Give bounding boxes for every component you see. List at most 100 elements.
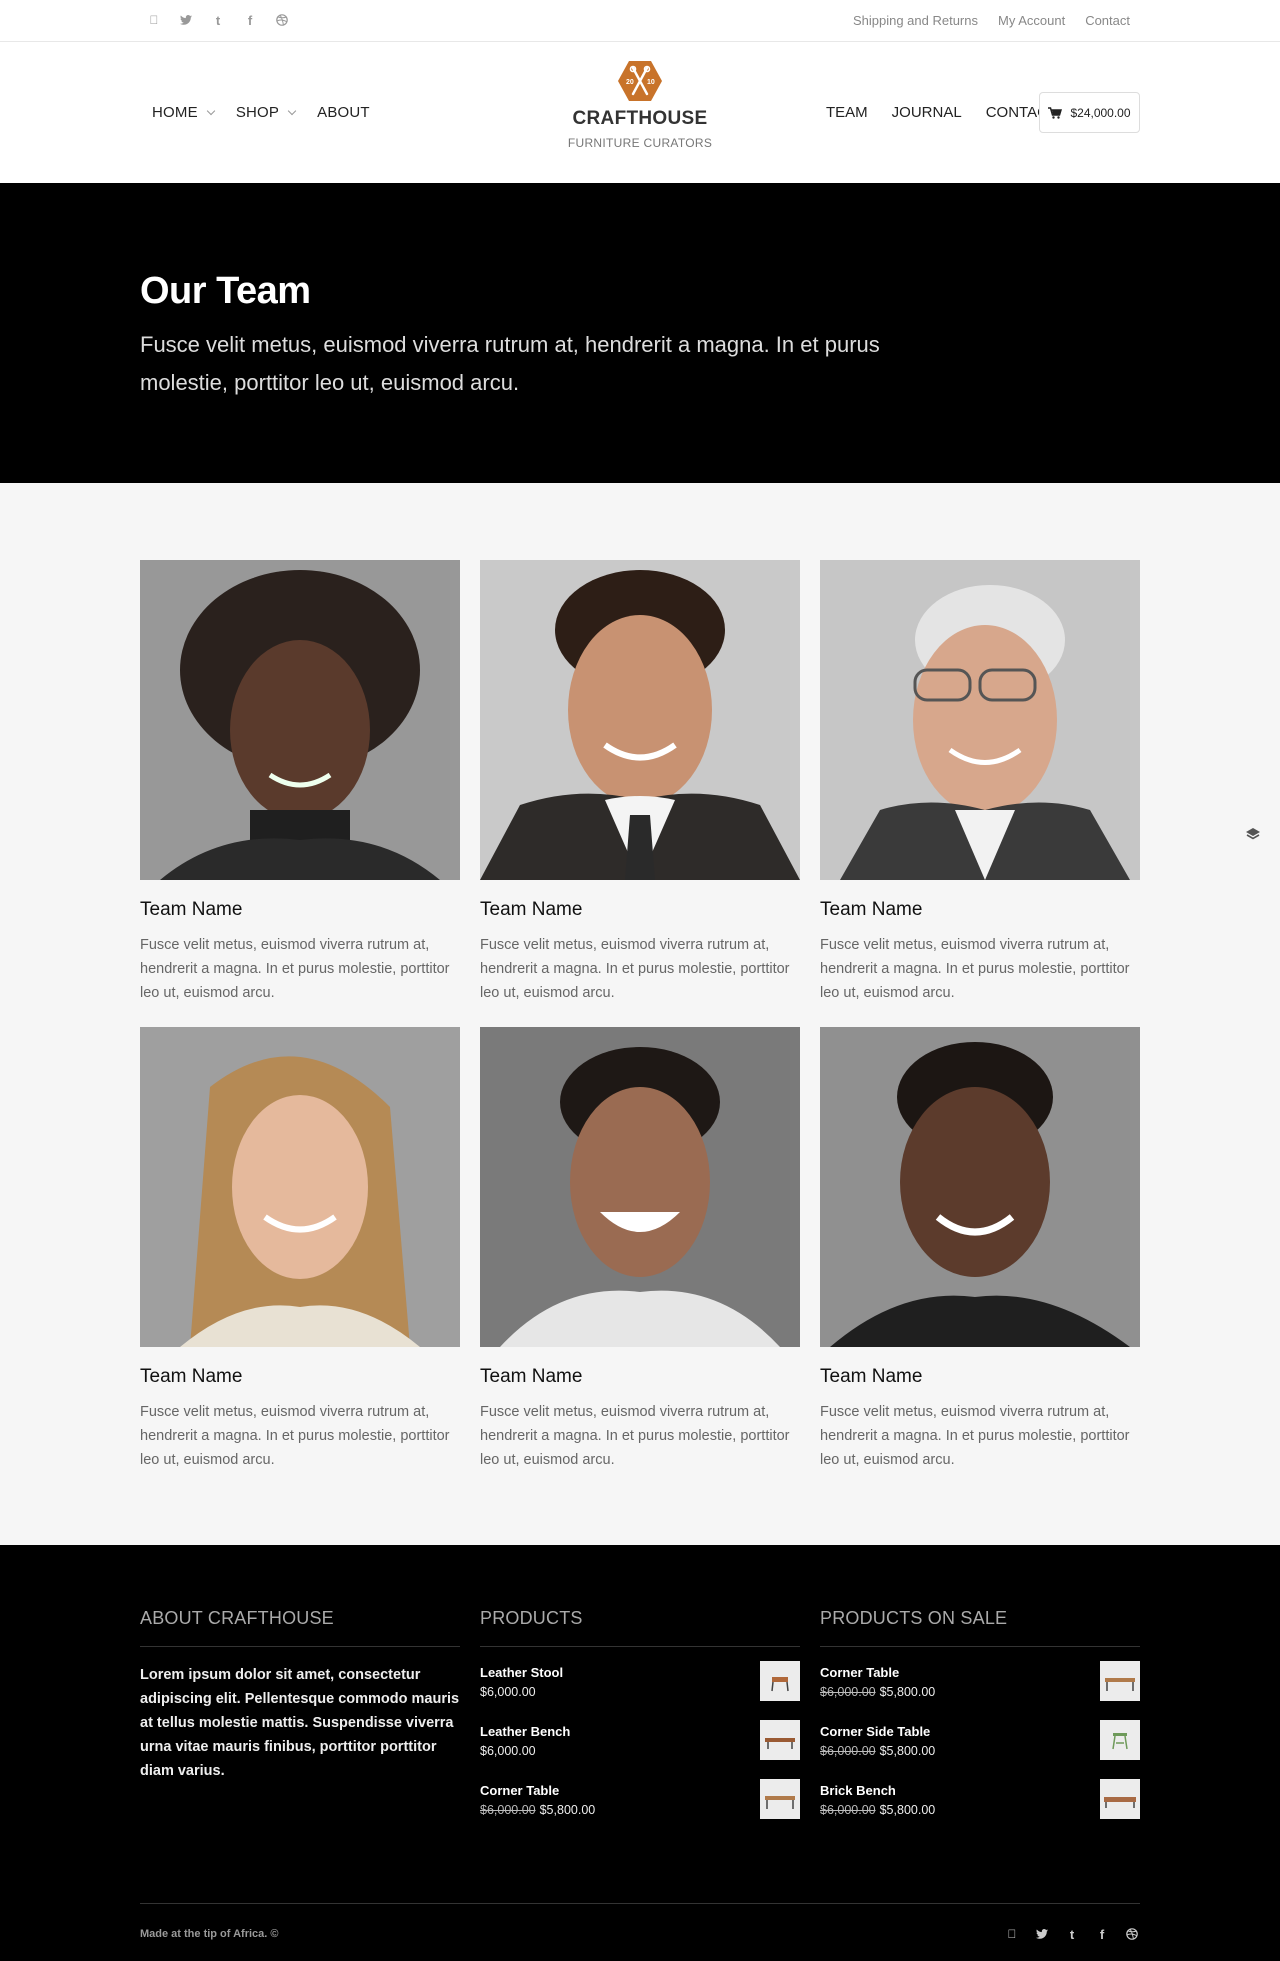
my-account-link[interactable]: My Account	[998, 13, 1065, 28]
brand-tagline: FURNITURE CURATORS	[567, 136, 713, 150]
copyright-text: Made at the tip of Africa. ©	[140, 1928, 279, 1940]
team-photo	[480, 1027, 800, 1347]
tumblr-icon[interactable]: t	[1064, 1926, 1080, 1942]
team-name: Team Name	[480, 1366, 583, 1387]
facebook-icon[interactable]: f	[242, 12, 258, 28]
team-bio: Fusce velit metus, euismod viverra rutru…	[820, 1404, 1130, 1468]
product-thumbnail[interactable]	[760, 1661, 800, 1701]
footer-sale-heading: PRODUCTS ON SALE	[820, 1608, 1140, 1647]
tumblr-icon[interactable]: t	[210, 12, 226, 28]
footer-about: ABOUT CRAFTHOUSE Lorem ipsum dolor sit a…	[140, 1608, 460, 1783]
product-name: Corner Table	[820, 1665, 900, 1680]
apple-icon[interactable]: 	[146, 12, 162, 28]
top-social-links:  t f	[146, 12, 290, 28]
team-card: Team Name Fusce velit metus, euismod viv…	[480, 560, 800, 1005]
team-card: Team Name Fusce velit metus, euismod viv…	[140, 560, 460, 1005]
nav-label: ABOUT	[317, 104, 370, 121]
team-name: Team Name	[140, 899, 243, 920]
top-links: Shipping and Returns My Account Contact	[853, 13, 1130, 28]
dribbble-icon[interactable]	[274, 12, 290, 28]
nav-item-about[interactable]: ABOUT	[317, 104, 370, 121]
product-thumbnail[interactable]	[1100, 1720, 1140, 1760]
footer-products-heading: PRODUCTS	[480, 1608, 800, 1647]
team-name: Team Name	[140, 1366, 243, 1387]
page-title: Our Team	[140, 270, 311, 312]
team-photo	[480, 560, 800, 880]
nav-item-home[interactable]: HOME	[152, 104, 216, 121]
brand-name: CRAFTHOUSE	[572, 108, 708, 129]
product-item[interactable]: Leather Stool $6,000.00	[480, 1661, 800, 1720]
product-item[interactable]: Brick Bench $6,000.00 $5,800.00	[820, 1779, 1140, 1838]
team-bio: Fusce velit metus, euismod viverra rutru…	[480, 1404, 790, 1468]
nav-item-shop[interactable]: SHOP	[235, 104, 297, 121]
product-price: $6,000.00 $5,800.00	[820, 1803, 936, 1817]
team-name: Team Name	[820, 899, 923, 920]
nav-item-journal[interactable]: JOURNAL	[892, 104, 962, 121]
product-price: $6,000.00 $5,800.00	[820, 1744, 936, 1758]
twitter-icon[interactable]	[1034, 1926, 1050, 1942]
nav-item-team[interactable]: TEAM	[826, 104, 868, 121]
product-price: $6,000.00	[480, 1685, 536, 1699]
apple-icon[interactable]: 	[1004, 1926, 1020, 1942]
footer-sale: PRODUCTS ON SALE Corner Table $6,000.00 $…	[820, 1608, 1140, 1838]
product-item[interactable]: Corner Table $6,000.00 $5,800.00	[480, 1779, 800, 1838]
product-price: $6,000.00	[480, 1744, 536, 1758]
dribbble-icon[interactable]	[1124, 1926, 1140, 1942]
team-name: Team Name	[820, 1366, 923, 1387]
product-name: Brick Bench	[820, 1783, 896, 1798]
product-name: Corner Table	[480, 1783, 560, 1798]
shipping-returns-link[interactable]: Shipping and Returns	[853, 13, 978, 28]
facebook-icon[interactable]: f	[1094, 1926, 1110, 1942]
product-item[interactable]: Corner Table $6,000.00 $5,800.00	[820, 1661, 1140, 1720]
nav-label: SHOP	[235, 104, 280, 121]
top-bar:  t f Shipping and Returns My Account Co…	[0, 0, 1280, 42]
product-price: $6,000.00 $5,800.00	[820, 1685, 936, 1699]
page-hero: Our Team Fusce velit metus, euismod vive…	[0, 183, 1280, 483]
main-nav-left: HOME SHOP ABOUT	[152, 104, 370, 121]
team-bio: Fusce velit metus, euismod viverra rutru…	[140, 937, 450, 1001]
product-thumbnail[interactable]	[760, 1720, 800, 1760]
nav-label: HOME	[152, 104, 198, 121]
team-name: Team Name	[480, 899, 583, 920]
cart-button[interactable]: $24,000.00	[1039, 92, 1140, 133]
footer-bottom: Made at the tip of Africa. ©  t f	[140, 1903, 1140, 1941]
site-header: HOME SHOP ABOUT 20 10 CRAFTHOUSE FURNITU…	[0, 42, 1280, 183]
svg-text:10: 10	[647, 79, 655, 86]
product-name: Leather Stool	[480, 1665, 564, 1680]
product-item[interactable]: Leather Bench $6,000.00	[480, 1720, 800, 1779]
chevron-down-icon	[287, 106, 297, 115]
contact-top-link[interactable]: Contact	[1085, 13, 1130, 28]
footer-social-links:  t f	[1004, 1926, 1140, 1942]
team-card: Team Name Fusce velit metus, euismod viv…	[820, 1027, 1140, 1472]
main-nav-right: TEAM JOURNAL CONTACT	[826, 104, 1057, 121]
product-thumbnail[interactable]	[1100, 1779, 1140, 1819]
twitter-icon[interactable]	[178, 12, 194, 28]
page-subtitle: Fusce velit metus, euismod viverra rutru…	[140, 332, 880, 395]
team-bio: Fusce velit metus, euismod viverra rutru…	[480, 937, 790, 1001]
layers-icon[interactable]	[1245, 826, 1261, 842]
logo-badge-icon: 20 10	[618, 61, 662, 101]
cart-total: $24,000.00	[1070, 105, 1131, 120]
footer-products: PRODUCTS Leather Stool $6,000.00 Leather…	[480, 1608, 800, 1838]
chevron-down-icon	[206, 106, 216, 115]
team-card: Team Name Fusce velit metus, euismod viv…	[820, 560, 1140, 1005]
svg-text:20: 20	[626, 79, 634, 86]
team-bio: Fusce velit metus, euismod viverra rutru…	[140, 1404, 450, 1468]
site-logo[interactable]: 20 10 CRAFTHOUSE FURNITURE CURATORS	[540, 60, 740, 150]
site-footer: ABOUT CRAFTHOUSE Lorem ipsum dolor sit a…	[0, 1545, 1280, 1961]
team-photo	[140, 560, 460, 880]
footer-about-heading: ABOUT CRAFTHOUSE	[140, 1608, 460, 1647]
product-thumbnail[interactable]	[760, 1779, 800, 1819]
product-name: Corner Side Table	[820, 1724, 931, 1739]
product-name: Leather Bench	[480, 1724, 571, 1739]
product-item[interactable]: Corner Side Table $6,000.00 $5,800.00	[820, 1720, 1140, 1779]
product-thumbnail[interactable]	[1100, 1661, 1140, 1701]
product-price: $6,000.00 $5,800.00	[480, 1803, 596, 1817]
team-card: Team Name Fusce velit metus, euismod viv…	[480, 1027, 800, 1472]
team-photo	[820, 1027, 1140, 1347]
team-photo	[820, 560, 1140, 880]
cart-icon	[1048, 106, 1063, 119]
team-photo	[140, 1027, 460, 1347]
footer-about-text: Lorem ipsum dolor sit amet, consectetur …	[140, 1667, 460, 1779]
team-card: Team Name Fusce velit metus, euismod viv…	[140, 1027, 460, 1472]
